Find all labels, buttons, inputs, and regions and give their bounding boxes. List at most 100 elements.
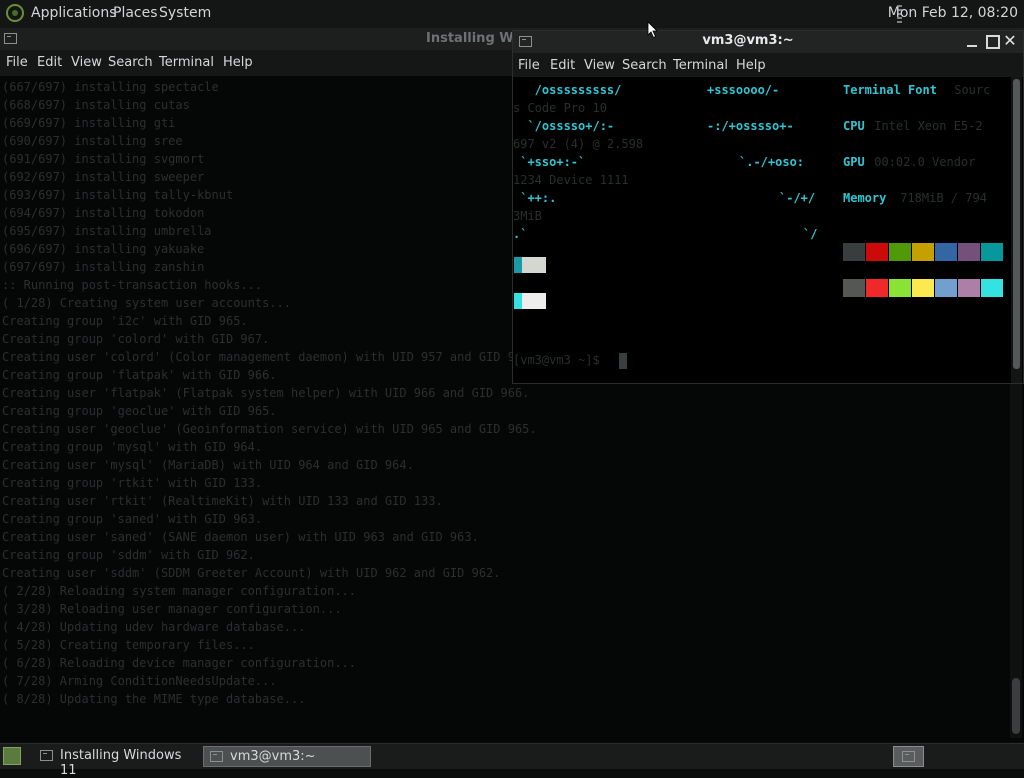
top-panel: Applications Places System Mon Feb 12, 0… [0,0,1024,29]
mouse-pointer-icon [647,21,658,39]
color-swatch [843,243,865,261]
terminal-line: ( 4/28) Updating udev hardware database.… [2,620,306,634]
logo-line: -:/+osssso+- [707,119,794,133]
color-swatch [958,243,980,261]
logo-line: `/osssso+/:- [513,119,615,133]
terminal-line: Creating user 'geoclue' (Geoinformation … [2,422,537,436]
terminal-icon [40,750,53,761]
color-swatch [889,243,911,261]
info-value: 718MiB / 794 [893,191,987,205]
info-value: Sourc [947,83,991,97]
menu-search[interactable]: Search [108,55,153,70]
terminal-line: ( 2/28) Reloading system manager configu… [2,584,357,598]
color-swatch [935,243,957,261]
logo-line: `+sso+:-` [513,155,586,169]
terminal-line: ( 3/28) Reloading user manager configura… [2,602,342,616]
color-swatch [866,243,888,261]
terminal-icon [902,751,915,762]
task-label: vm3@vm3:~ [230,749,316,764]
system-menu[interactable]: System [159,5,211,21]
menu-bar: File Edit View Search Terminal Help [513,53,1023,77]
terminal-line: ( 6/28) Reloading device manager configu… [2,656,357,670]
color-block [514,293,522,309]
vm3-terminal-window[interactable]: vm3@vm3:~ ✕ File Edit View Search Termin… [512,30,1024,384]
menu-edit[interactable]: Edit [37,55,62,70]
color-swatch [912,243,934,261]
taskbar: Installing Windows 11 vm3@vm3:~ [0,743,1024,778]
applications-menu[interactable]: Applications [31,5,117,21]
menu-file[interactable]: File [6,55,28,70]
terminal-line: Creating group 'mysql' with GID 964. [2,440,263,454]
color-block [522,293,546,309]
terminal-line: Creating group 'geoclue' with GID 965. [2,404,277,418]
info-key: CPU [843,119,865,133]
color-swatch [866,279,888,297]
menu-help[interactable]: Help [736,58,766,73]
terminal-line: Creating user 'mysql' (MariaDB) with UID… [2,458,414,472]
logo-line: `++:. [513,191,557,205]
terminal-line: ( 5/28) Creating temporary files... [2,638,255,652]
logo-line: `-/+/ [779,191,816,205]
menu-file[interactable]: File [518,58,540,73]
terminal-line: Creating user 'rtkit' (RealtimeKit) with… [2,494,443,508]
task-label: Installing Windows 11 [60,748,182,778]
logo-line: +sssoooo/- [707,83,780,97]
logo-line: `.-/+oso: [739,155,805,169]
task-installing-windows[interactable]: Installing Windows 11 [34,746,200,778]
info-value-wrap: s Code Pro 10 [513,101,607,115]
shell-prompt: [vm3@vm3 ~]$ [513,353,607,367]
menu-search[interactable]: Search [622,58,667,73]
info-value: 00:02.0 Vendor [867,155,976,169]
terminal-line: Creating user 'saned' (SANE daemon user)… [2,530,479,544]
show-desktop-icon[interactable] [3,747,21,765]
places-menu[interactable]: Places [113,5,158,21]
close-icon[interactable]: ✕ [1003,33,1017,49]
color-swatch [981,243,1003,261]
color-swatch [958,279,980,297]
minimize-icon[interactable] [965,34,979,48]
terminal-line: ( 7/28) Arming ConditionNeedsUpdate... [2,674,277,688]
info-value-wrap: 1234 Device 1111 [513,173,629,187]
color-swatch [889,279,911,297]
info-key: Terminal Font [843,83,937,97]
scrollbar[interactable] [1011,77,1022,383]
terminal-line: Creating group 'sddm' with GID 962. [2,548,255,562]
terminal-icon [210,751,223,762]
color-block [522,257,546,273]
info-value-wrap: 697 v2 (4) @ 2.598 [513,137,644,151]
menu-terminal[interactable]: Terminal [673,58,728,73]
menu-edit[interactable]: Edit [550,58,575,73]
scrollbar-thumb[interactable] [1012,678,1020,734]
scrollbar-thumb[interactable] [1013,79,1020,369]
window-titlebar[interactable]: vm3@vm3:~ ✕ [513,31,1023,53]
color-swatch [981,279,1003,297]
neofetch-output[interactable]: /osssssssss/ `/osssso+/:- `+sso+:-` `++:… [513,77,1009,383]
color-swatch [843,279,865,297]
maximize-icon[interactable] [985,34,1000,49]
text-cursor [619,353,627,369]
color-block [514,257,522,273]
window-title: vm3@vm3:~ [702,33,794,48]
clock[interactable]: Mon Feb 12, 08:20 [888,5,1018,21]
menu-view[interactable]: View [584,58,615,73]
task-vm3-terminal[interactable]: vm3@vm3:~ [203,746,371,767]
info-value-wrap: 3MiB [513,209,542,223]
workspace-switcher[interactable] [893,746,924,767]
info-value: Intel Xeon E5-2 [867,119,983,133]
logo-line: .` [513,227,528,241]
logo-line: `/ [803,227,818,241]
terminal-icon [4,33,17,44]
terminal-line: Creating group 'rtkit' with GID 133. [2,476,263,490]
menu-help[interactable]: Help [223,55,253,70]
terminal-line: Creating user 'sddm' (SDDM Greeter Accou… [2,566,501,580]
terminal-line: Creating user 'flatpak' (Flatpak system … [2,386,530,400]
distro-logo-icon[interactable] [6,4,24,22]
terminal-line: ( 8/28) Updating the MIME type database.… [2,692,306,706]
menu-view[interactable]: View [71,55,102,70]
logo-line: /osssssssss/ [513,83,622,97]
color-swatch [935,279,957,297]
info-key: GPU [843,155,865,169]
menu-terminal[interactable]: Terminal [159,55,214,70]
color-swatch [912,279,934,297]
info-key: Memory [843,191,887,205]
